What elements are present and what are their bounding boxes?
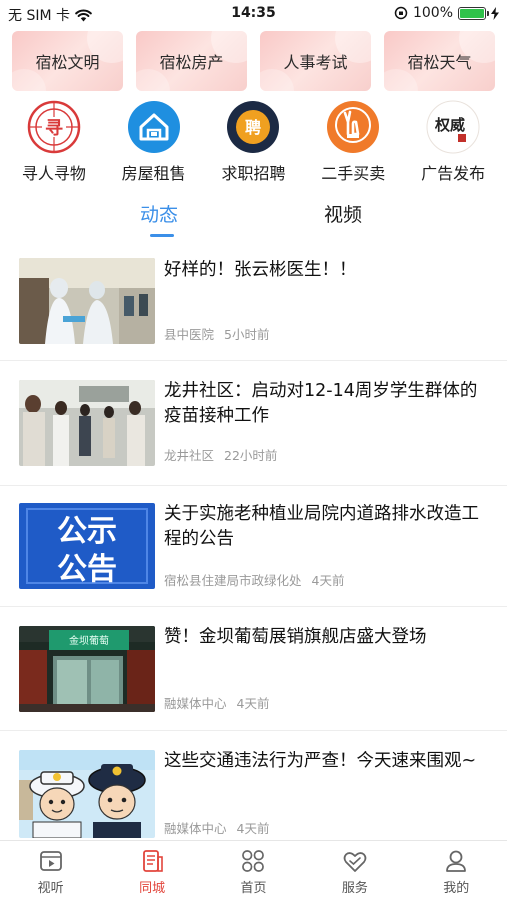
tab-video[interactable]: 视频: [324, 200, 362, 227]
service-grid: 寻 寻人寻物 房屋租售 聘 求职招聘 二手买卖 权威 广告发布: [0, 96, 507, 186]
feed-source: 县中医院: [164, 327, 215, 342]
second-hand-icon: [326, 100, 380, 154]
battery-percent: 100%: [412, 5, 453, 21]
service-ad-publish[interactable]: 权威 广告发布: [404, 96, 502, 186]
ad-publish-icon: 权威: [426, 100, 480, 154]
feed-title: 龙井社区：启动对12-14周岁学生群体的疫苗接种工作: [164, 381, 478, 426]
nav-label: 同城: [139, 881, 166, 896]
feed-title: 好样的！张云彬医生！！: [164, 260, 357, 280]
channel-label: 宿松房产: [159, 53, 224, 72]
svg-text:公示: 公示: [57, 514, 117, 549]
status-right: 100%: [394, 5, 499, 21]
tab-dongtai[interactable]: 动态: [140, 200, 178, 227]
nav-label: 服务: [341, 881, 368, 896]
bottom-tab-bar: 视听 同城 首页 服务 我的: [0, 840, 507, 900]
feed-time: 4天前: [236, 821, 270, 836]
feed-meta: 宿松县住建局市政绿化处 4天前: [164, 570, 344, 589]
feed-title: 关于实施老种植业局院内道路排水改造工程的公告: [164, 504, 479, 549]
storefront-photo: 金坝葡萄: [19, 626, 155, 712]
charging-icon: [491, 6, 499, 20]
nav-label: 视听: [37, 881, 64, 896]
feed-meta: 融媒体中心 4天前: [164, 818, 269, 837]
feed-meta: 融媒体中心 4天前: [164, 693, 269, 712]
feed-source: 龙井社区: [164, 448, 215, 463]
profile-icon: [446, 850, 467, 872]
feed-item[interactable]: 好样的！张云彬医生！！ 县中医院 5小时前: [0, 248, 507, 361]
find-person-icon: 寻: [27, 100, 81, 154]
feed-meta: 龙井社区 22小时前: [164, 445, 277, 464]
service-label: 广告发布: [421, 164, 486, 183]
feed-time: 5小时前: [224, 327, 270, 342]
service-second-hand[interactable]: 二手买卖: [304, 96, 402, 186]
service-recruit[interactable]: 聘 求职招聘: [204, 96, 302, 186]
feed-item[interactable]: 这些交通违法行为严查！今天速来围观~ 融媒体中心 4天前: [0, 731, 507, 840]
service-heart-icon: [343, 852, 367, 872]
feed-item[interactable]: 公示 公告 关于实施老种植业局院内道路排水改造工程的公告 宿松县住建局市政绿化处…: [0, 486, 507, 607]
find-person-glyph: 寻: [45, 118, 63, 139]
service-label: 房屋租售: [121, 164, 186, 183]
feed-title: 这些交通违法行为严查！今天速来围观~: [164, 751, 477, 771]
channel-fangchan[interactable]: 宿松房产: [136, 31, 247, 91]
channel-label: 宿松文明: [35, 53, 100, 72]
channel-label: 人事考试: [283, 53, 348, 72]
announcement-banner: 公示 公告: [19, 503, 155, 589]
battery-fill: [460, 8, 484, 18]
orientation-lock-icon: [394, 6, 408, 20]
feed-title: 赞！金坝葡萄展销旗舰店盛大登场: [164, 627, 427, 647]
feed-item[interactable]: 金坝葡萄 赞！金坝葡萄展销旗舰店盛大登场 融媒体中心 4天前: [0, 607, 507, 731]
feed-meta: 县中医院 5小时前: [164, 324, 269, 343]
traffic-police-cartoon: [19, 750, 155, 838]
nav-tongcheng[interactable]: 同城: [112, 841, 192, 900]
nav-label: 我的: [443, 881, 470, 896]
service-house-rent[interactable]: 房屋租售: [105, 96, 203, 186]
channel-shortcuts: 宿松文明 宿松房产 人事考试 宿松天气: [12, 31, 495, 91]
vaccination-crowd-photo: [19, 380, 155, 466]
house-icon: [127, 100, 181, 154]
channel-renshi-kaoshi[interactable]: 人事考试: [260, 31, 371, 91]
recruit-icon: 聘: [226, 100, 280, 154]
feed-item[interactable]: 龙井社区：启动对12-14周岁学生群体的疫苗接种工作 龙井社区 22小时前: [0, 361, 507, 486]
nav-shouye[interactable]: 首页: [213, 841, 293, 900]
feed-source: 融媒体中心: [164, 821, 227, 836]
status-bar: 无 SIM 卡 14:35 100%: [0, 0, 507, 28]
svg-text:公告: 公告: [57, 552, 117, 587]
channel-label: 宿松天气: [407, 53, 472, 72]
feed-source: 融媒体中心: [164, 696, 227, 711]
svg-text:金坝葡萄: 金坝葡萄: [69, 634, 109, 647]
medical-workers-photo: [19, 258, 155, 344]
channel-wenming[interactable]: 宿松文明: [12, 31, 123, 91]
content-tabs: 动态 视频: [0, 196, 507, 242]
service-label: 二手买卖: [321, 164, 386, 183]
nav-shiting[interactable]: 视听: [11, 841, 91, 900]
nav-label: 首页: [240, 881, 267, 896]
ad-publish-glyph: 权威: [434, 116, 465, 134]
recruit-glyph: 聘: [245, 118, 261, 137]
feed-time: 22小时前: [224, 448, 278, 463]
feed-time: 4天前: [236, 696, 270, 711]
service-label: 求职招聘: [221, 164, 286, 183]
battery-icon: [458, 6, 489, 20]
nav-wode[interactable]: 我的: [416, 841, 496, 900]
nav-fuwu[interactable]: 服务: [315, 841, 395, 900]
feed-source: 宿松县住建局市政绿化处: [164, 573, 302, 588]
video-play-icon: [39, 851, 62, 871]
service-find-person[interactable]: 寻 寻人寻物: [5, 96, 103, 186]
service-label: 寻人寻物: [21, 164, 86, 183]
home-grid-icon: [242, 850, 265, 872]
tab-active-indicator: [150, 234, 174, 237]
channel-tianqi[interactable]: 宿松天气: [384, 31, 495, 91]
feed-time: 4天前: [311, 573, 345, 588]
city-news-icon: [143, 850, 163, 872]
